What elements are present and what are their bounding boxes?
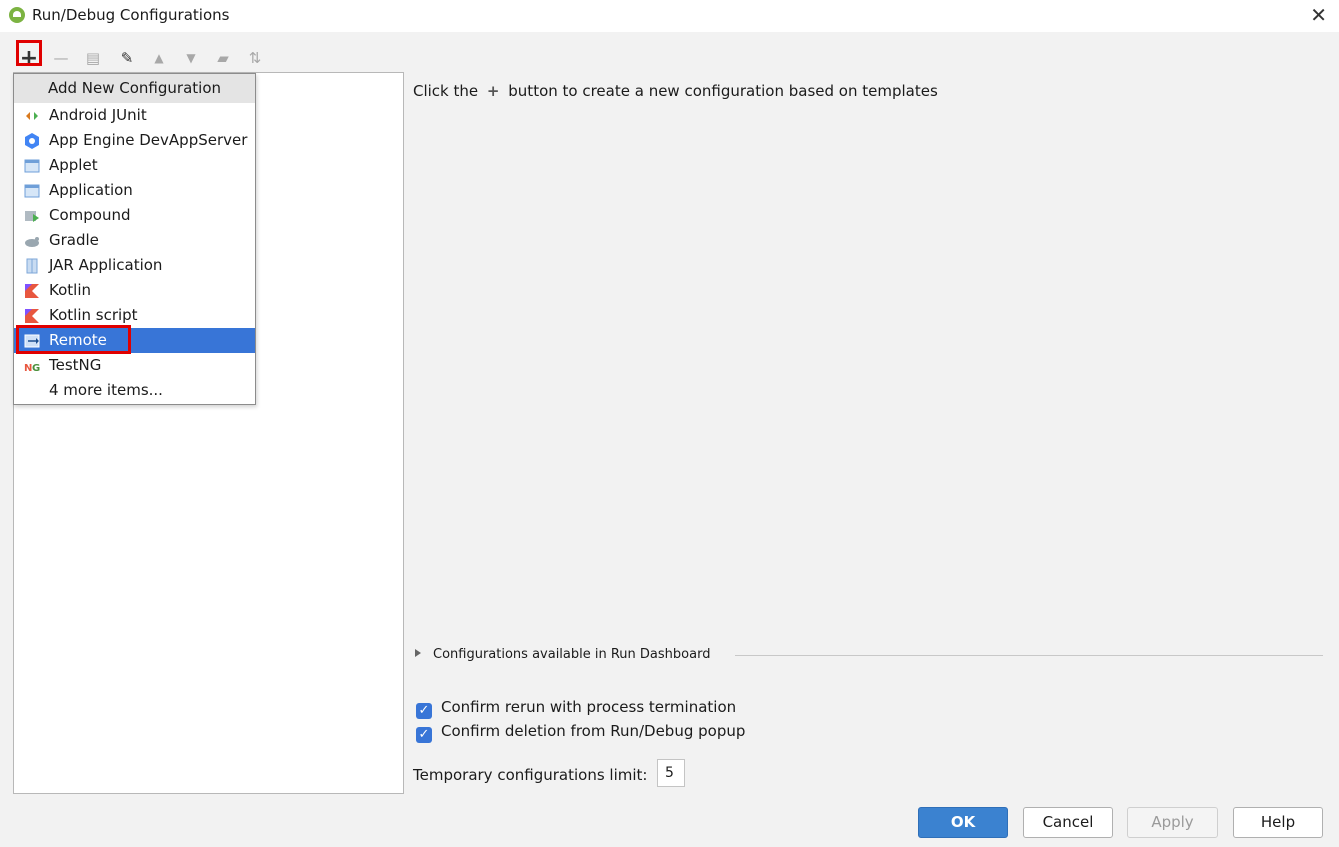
- popup-item-application[interactable]: Application: [14, 178, 255, 203]
- hint-text-before: Click the: [413, 82, 479, 100]
- minus-icon: —: [53, 49, 69, 67]
- ok-button[interactable]: OK: [918, 807, 1008, 838]
- title-bar: Run/Debug Configurations ✕: [0, 0, 1339, 32]
- move-up-button[interactable]: ▲: [144, 44, 174, 72]
- help-button[interactable]: Help: [1233, 807, 1323, 838]
- app-engine-icon: [25, 133, 39, 149]
- confirm-rerun-checkbox-row[interactable]: ✓ Confirm rerun with process termination: [416, 698, 736, 719]
- copy-icon: ▤: [85, 49, 101, 67]
- empty-state-hint: Click the + button to create a new confi…: [413, 82, 938, 100]
- popup-item-label: Application: [49, 181, 133, 199]
- checkbox-label: Confirm deletion from Run/Debug popup: [441, 722, 746, 740]
- temp-config-limit-input[interactable]: 5: [657, 759, 685, 787]
- window-title: Run/Debug Configurations: [32, 6, 230, 24]
- popup-item-compound[interactable]: Compound: [14, 203, 255, 228]
- remove-configuration-button[interactable]: —: [46, 44, 76, 72]
- add-new-configuration-popup: Add New Configuration Android JUnit App …: [13, 73, 256, 405]
- checkbox-checked-icon[interactable]: ✓: [416, 727, 432, 743]
- popup-item-label: 4 more items...: [49, 381, 163, 399]
- section-divider: [735, 655, 1323, 656]
- application-icon: [24, 184, 40, 198]
- popup-item-label: TestNG: [49, 356, 102, 374]
- popup-item-label: Kotlin: [49, 281, 91, 299]
- cancel-button[interactable]: Cancel: [1023, 807, 1113, 838]
- popup-item-label: App Engine DevAppServer: [49, 131, 248, 149]
- popup-item-kotlin[interactable]: Kotlin: [14, 278, 255, 303]
- popup-item-gradle[interactable]: Gradle: [14, 228, 255, 253]
- popup-item-label: JAR Application: [49, 256, 163, 274]
- kotlin-script-icon: [25, 309, 39, 323]
- wrench-icon: ✎: [120, 49, 134, 67]
- compound-icon: [25, 211, 39, 222]
- temp-config-limit-label: Temporary configurations limit:: [413, 766, 648, 784]
- plus-icon: +: [486, 82, 500, 100]
- kotlin-icon: [25, 284, 39, 298]
- arrow-up-icon: ▲: [154, 51, 164, 65]
- popup-item-android-junit[interactable]: Android JUnit: [14, 103, 255, 128]
- android-junit-icon: [26, 112, 38, 120]
- sort-icon: ⇅: [248, 49, 262, 67]
- popup-item-label: Applet: [49, 156, 98, 174]
- expand-triangle-icon: [415, 649, 421, 657]
- remote-icon: [24, 334, 40, 348]
- checkbox-checked-icon[interactable]: ✓: [416, 703, 432, 719]
- run-dashboard-label: Configurations available in Run Dashboar…: [433, 647, 711, 662]
- hint-text-after: button to create a new configuration bas…: [508, 82, 938, 100]
- apply-button[interactable]: Apply: [1127, 807, 1218, 838]
- popup-item-jar-application[interactable]: JAR Application: [14, 253, 255, 278]
- sort-button[interactable]: ⇅: [240, 44, 270, 72]
- gradle-icon: [25, 237, 39, 247]
- run-dashboard-section-toggle[interactable]: Configurations available in Run Dashboar…: [415, 647, 710, 662]
- folder-icon: ▰: [217, 49, 229, 67]
- popup-item-label: Gradle: [49, 231, 99, 249]
- testng-icon: NG: [24, 363, 40, 374]
- svg-text:G: G: [32, 363, 40, 374]
- close-icon[interactable]: ✕: [1310, 3, 1327, 27]
- popup-item-remote[interactable]: Remote: [14, 325, 255, 354]
- edit-defaults-button[interactable]: ✎: [112, 44, 142, 72]
- popup-header: Add New Configuration: [14, 74, 255, 103]
- popup-item-label: Kotlin script: [49, 306, 138, 324]
- copy-configuration-button[interactable]: ▤: [78, 44, 108, 72]
- arrow-down-icon: ▼: [186, 51, 196, 65]
- popup-item-label: Compound: [49, 206, 131, 224]
- popup-item-applet[interactable]: Applet: [14, 153, 255, 178]
- android-studio-icon: [9, 7, 25, 23]
- popup-item-more[interactable]: 4 more items...: [14, 378, 255, 403]
- popup-item-testng[interactable]: NG TestNG: [14, 353, 255, 378]
- new-folder-button[interactable]: ▰: [208, 44, 238, 72]
- confirm-deletion-checkbox-row[interactable]: ✓ Confirm deletion from Run/Debug popup: [416, 722, 745, 743]
- jar-icon: [26, 258, 38, 274]
- move-down-button[interactable]: ▼: [176, 44, 206, 72]
- checkbox-label: Confirm rerun with process termination: [441, 698, 737, 716]
- add-configuration-button[interactable]: +: [14, 40, 44, 72]
- applet-icon: [24, 159, 40, 173]
- popup-item-app-engine[interactable]: App Engine DevAppServer: [14, 128, 255, 153]
- add-button-highlight: [16, 40, 42, 66]
- popup-item-label: Android JUnit: [49, 106, 147, 124]
